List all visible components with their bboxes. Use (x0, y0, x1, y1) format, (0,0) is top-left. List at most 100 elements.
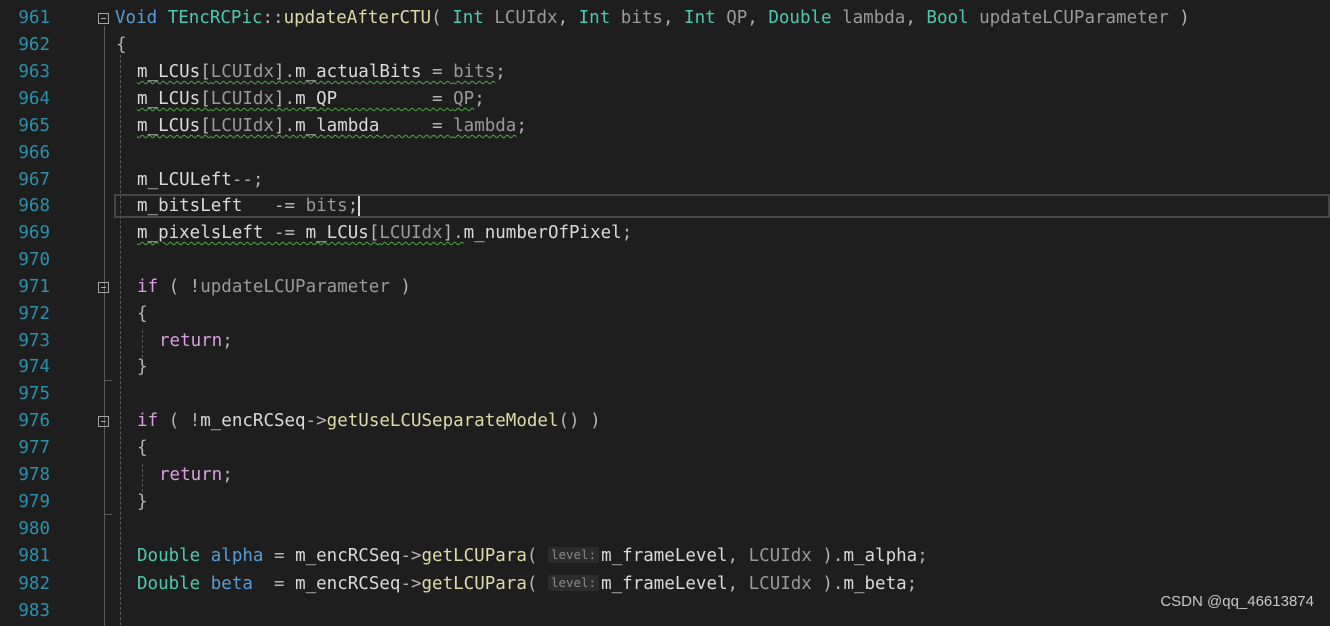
code-token: ; (917, 546, 928, 566)
code-line[interactable]: 981 Double alpha = m_encRCSeq->getLCUPara… (0, 543, 1330, 569)
code-token: [ (200, 89, 211, 109)
code-line[interactable]: 972 { (0, 301, 1330, 327)
code-text: if ( !updateLCUParameter ) (137, 274, 411, 300)
code-text: m_bitsLeft -= bits; (137, 193, 361, 219)
code-line[interactable]: 964 m_LCUs[LCUIdx].m_QP = QP; (0, 86, 1330, 112)
code-token: [ (200, 62, 211, 82)
code-token: m_pixelsLeft (137, 223, 264, 243)
code-token: :: (262, 8, 284, 28)
code-token: LCUIdx (748, 546, 812, 566)
line-number: 979 (18, 492, 50, 512)
code-text: m_pixelsLeft -= m_LCUs[LCUIdx].m_numberO… (137, 220, 632, 246)
code-token: ; (222, 465, 233, 485)
code-token: lambda (842, 8, 906, 28)
code-token: LCUIdx (748, 574, 812, 594)
code-token: m_lambda (295, 116, 380, 136)
fold-toggle-icon[interactable] (98, 13, 109, 24)
code-token: ; (516, 116, 527, 136)
line-number: 971 (18, 277, 50, 297)
fold-toggle-icon[interactable] (98, 282, 109, 293)
line-number: 982 (18, 574, 50, 594)
parameter-hint: level: (547, 575, 600, 591)
code-token: m_numberOfPixel (463, 223, 622, 243)
code-token: = (379, 116, 454, 136)
code-line[interactable]: 978 return; (0, 462, 1330, 488)
code-token: m_LCULeft (137, 170, 232, 190)
fold-toggle-icon[interactable] (98, 416, 109, 427)
code-line[interactable]: 965 m_LCUs[LCUIdx].m_lambda = lambda; (0, 113, 1330, 139)
code-token: updateLCUParameter (200, 277, 390, 297)
code-token: ; (621, 223, 633, 243)
code-token: [ (368, 223, 380, 243)
code-token: Int (684, 8, 727, 28)
code-token: TEncRCPic (167, 8, 263, 28)
code-line[interactable]: 976 if ( !m_encRCSeq->getUseLCUSeparateMo… (0, 408, 1330, 434)
code-line[interactable]: 974} (0, 354, 1330, 380)
code-token: m_actualBits (295, 62, 422, 82)
code-token: = (252, 574, 296, 594)
code-text: Double beta = m_encRCSeq->getLCUPara( le… (137, 571, 917, 597)
code-line[interactable]: 977 { (0, 435, 1330, 461)
code-token: ( ! (158, 411, 201, 431)
code-line[interactable]: 969 m_pixelsLeft -= m_LCUs[LCUIdx].m_numb… (0, 220, 1330, 246)
code-token: getLCUPara (421, 574, 527, 594)
code-line[interactable]: 963 m_LCUs[LCUIdx].m_actualBits = bits; (0, 59, 1330, 85)
line-number: 968 (18, 196, 50, 216)
code-token: -= (242, 196, 306, 216)
code-token: m_frameLevel (601, 574, 728, 594)
code-text: if ( !m_encRCSeq->getUseLCUSeparateModel… (137, 408, 601, 434)
code-line[interactable]: 973 return; (0, 328, 1330, 354)
code-token: -> (400, 546, 422, 566)
code-token: m_QP (295, 89, 338, 109)
code-line[interactable]: 967 m_LCULeft--; (0, 167, 1330, 193)
line-number: 967 (18, 170, 50, 190)
code-line[interactable]: 970 (0, 247, 1330, 273)
code-token: , (662, 8, 685, 28)
code-line[interactable]: 961 Void TEncRCPic::updateAfterCTU( Int L… (0, 5, 1330, 31)
code-text: m_LCUs[LCUIdx].m_actualBits = bits; (137, 59, 506, 85)
code-token: m_encRCSeq (295, 574, 401, 594)
code-token: bits (453, 62, 496, 82)
code-token: m_encRCSeq (295, 546, 401, 566)
code-token: return (159, 465, 223, 485)
code-token: ; (474, 89, 485, 109)
code-line[interactable]: 979} (0, 489, 1330, 515)
code-token: m_LCUs (137, 89, 201, 109)
code-token: return (159, 331, 223, 351)
code-text: return; (159, 462, 233, 488)
code-text: Double alpha = m_encRCSeq->getLCUPara( l… (137, 543, 928, 569)
code-line[interactable]: 966 (0, 140, 1330, 166)
code-token: [ (200, 116, 211, 136)
code-token: Double (768, 8, 843, 28)
code-line[interactable]: 971 if ( !updateLCUParameter ) (0, 274, 1330, 300)
code-token: QP (726, 8, 748, 28)
watermark: CSDN @qq_46613874 (1160, 593, 1314, 610)
code-text: { (137, 435, 148, 461)
code-token: { (137, 304, 148, 324)
code-line[interactable]: 983 (0, 598, 1330, 624)
code-token: ) (1168, 8, 1190, 28)
code-token: Double (137, 546, 211, 566)
text-caret (358, 196, 361, 216)
code-line[interactable]: 980 (0, 516, 1330, 542)
code-token: = (421, 62, 454, 82)
code-text: { (137, 301, 148, 327)
code-token: m_LCUs (137, 116, 201, 136)
code-line[interactable]: 982 Double beta = m_encRCSeq->getLCUPara(… (0, 571, 1330, 597)
code-token: beta (210, 574, 253, 594)
line-number: 969 (18, 223, 50, 243)
code-token: --; (231, 170, 264, 190)
code-token: m_beta (843, 574, 907, 594)
code-line[interactable]: 968 m_bitsLeft -= bits; (0, 193, 1330, 219)
code-editor[interactable]: 961 Void TEncRCPic::updateAfterCTU( Int L… (0, 0, 1330, 626)
code-token: Double (137, 574, 211, 594)
code-text: } (137, 354, 148, 380)
code-token: m_LCUs (137, 62, 201, 82)
code-token: LCUIdx (210, 62, 274, 82)
code-line[interactable]: 975 (0, 381, 1330, 407)
code-line[interactable]: 962 { (0, 32, 1330, 58)
code-token: m_frameLevel (601, 546, 728, 566)
code-token: , (727, 574, 749, 594)
code-text: m_LCUs[LCUIdx].m_lambda = lambda; (137, 113, 527, 139)
line-number: 981 (18, 546, 50, 566)
